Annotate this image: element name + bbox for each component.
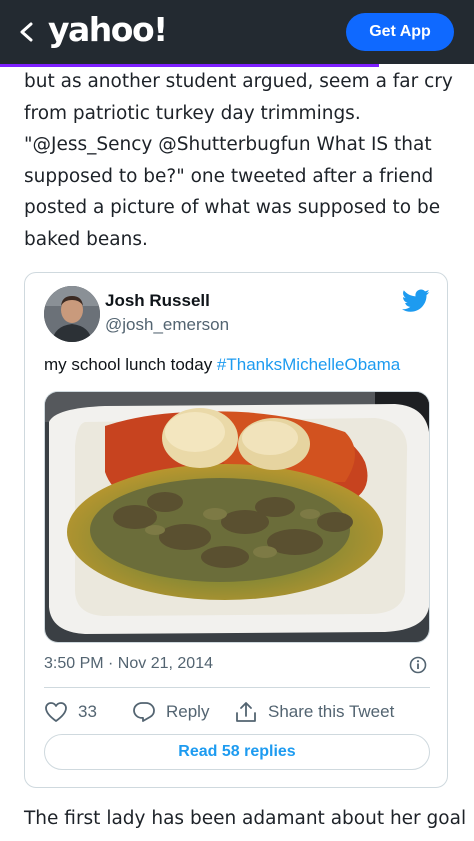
get-app-button[interactable]: Get App: [346, 13, 454, 51]
article-line: baked beans.: [24, 228, 148, 250]
chevron-left-icon: [20, 22, 33, 42]
reply-label: Reply: [166, 702, 210, 721]
tweet-hashtag-link[interactable]: #ThanksMichelleObama: [217, 355, 400, 374]
heart-icon: [45, 702, 67, 722]
reply-icon: [133, 702, 155, 722]
article-line: supposed to be?" one tweeted after a fri…: [24, 165, 434, 187]
divider: [44, 687, 430, 688]
tweet-author-handle[interactable]: @josh_emerson: [105, 315, 229, 335]
avatar[interactable]: [44, 286, 100, 342]
like-count: 33: [78, 702, 97, 721]
info-icon[interactable]: [409, 656, 427, 674]
top-bar: yahoo! Get App: [0, 0, 474, 64]
article-body-top: but as another student argued, seem a fa…: [24, 64, 454, 255]
article-line: "@Jess_Sency @Shutterbugfun What IS that: [24, 134, 432, 155]
tweet-timestamp[interactable]: 3:50 PM · Nov 21, 2014: [44, 655, 213, 673]
tweet-text-body: my school lunch today: [44, 355, 217, 374]
tweet-text: my school lunch today #ThanksMichelleOba…: [44, 355, 400, 375]
share-label: Share this Tweet: [268, 702, 395, 721]
like-button[interactable]: 33: [44, 701, 97, 723]
tweet-author-name[interactable]: Josh Russell: [105, 291, 210, 311]
article-line: but as another student argued, seem a fa…: [24, 71, 453, 92]
article-line: posted a picture of what was supposed to…: [24, 197, 441, 218]
article-body-bottom: The first lady has been adamant about he…: [24, 808, 467, 829]
share-icon: [236, 702, 256, 722]
embedded-tweet[interactable]: Josh Russell @josh_emerson my school lun…: [24, 272, 448, 788]
yahoo-logo[interactable]: yahoo!: [48, 8, 168, 52]
read-replies-button[interactable]: Read 58 replies: [44, 734, 430, 770]
reply-button[interactable]: Reply: [132, 701, 209, 723]
twitter-bird-icon[interactable]: [401, 289, 430, 313]
share-tweet-button[interactable]: Share this Tweet: [234, 701, 394, 723]
article-line: from patriotic turkey day trimmings.: [24, 102, 361, 124]
back-button[interactable]: [14, 18, 40, 46]
tweet-photo[interactable]: [44, 391, 430, 643]
